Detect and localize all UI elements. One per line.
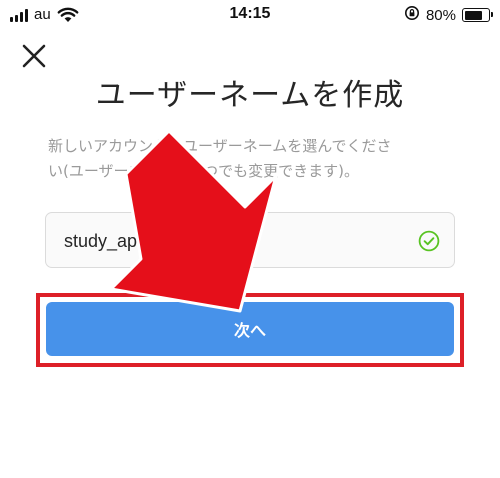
username-input[interactable]	[64, 213, 404, 269]
description: 新しいアカウントのユーザーネームを選んでくださ い(ユーザーネームはいつでも変更…	[48, 134, 458, 184]
close-button[interactable]	[18, 40, 50, 72]
next-button[interactable]: 次へ	[46, 302, 454, 356]
check-circle-icon	[418, 230, 440, 252]
battery-percent: 80%	[425, 6, 456, 24]
description-line-2: い(ユーザーネームはいつでも変更できます)。	[48, 162, 359, 180]
rotation-lock-icon	[404, 5, 420, 25]
battery-icon	[462, 8, 493, 22]
username-field[interactable]	[45, 212, 455, 269]
status-right: 80%	[404, 5, 493, 25]
close-icon	[22, 44, 46, 68]
status-bar: au 14:15 80%	[0, 0, 500, 30]
page-title: ユーザーネームを作成	[95, 78, 405, 113]
description-line-1: 新しいアカウントのユーザーネームを選んでくださ	[48, 137, 392, 155]
